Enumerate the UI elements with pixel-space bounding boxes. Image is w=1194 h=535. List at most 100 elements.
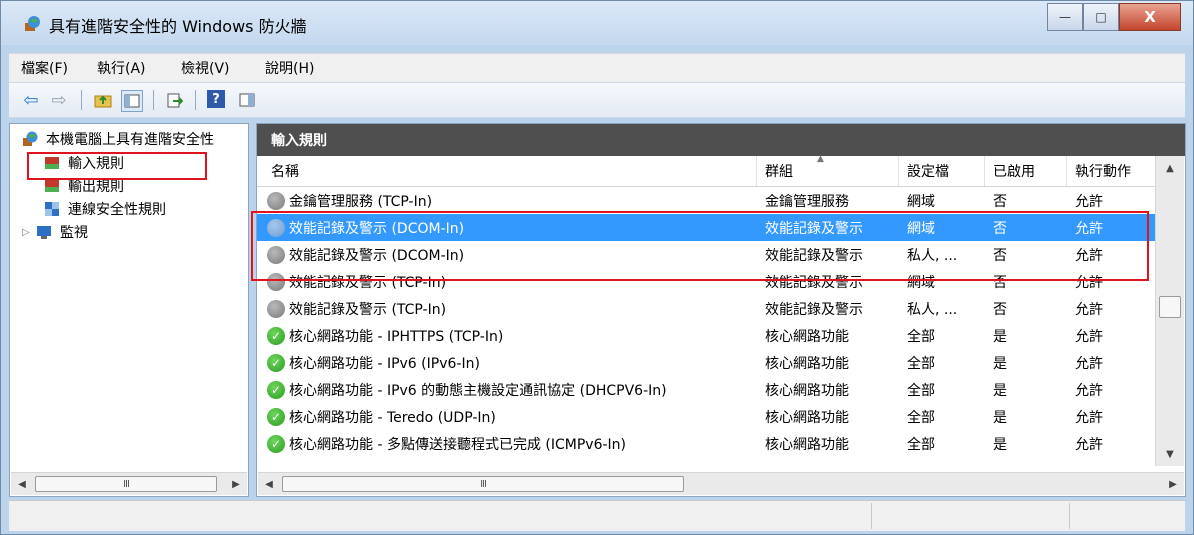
show-hide-console-tree-icon[interactable] (121, 90, 143, 112)
tree-horizontal-scrollbar[interactable]: ◀ III ▶ (11, 472, 247, 495)
cell-enabled-text: 是 (993, 436, 1007, 453)
cell-group-text: 核心網路功能 (765, 355, 849, 372)
forward-arrow-icon[interactable]: ⇨ (49, 90, 69, 111)
cell-profile-text: 全部 (907, 328, 935, 345)
cell-profile: 私人, ... (907, 295, 985, 322)
toolbar-separator (195, 90, 196, 110)
rule-enabled-check-icon: ✓ (267, 434, 285, 453)
firewall-globe-icon (23, 131, 38, 146)
cell-enabled: 否 (993, 295, 1067, 322)
help-icon[interactable]: ? (207, 90, 225, 108)
tree-root[interactable]: 本機電腦上具有進階安全性 (22, 128, 214, 150)
cell-profile-text: 私人, ... (907, 301, 958, 318)
cell-profile: 全部 (907, 376, 985, 403)
action-pane-icon[interactable] (237, 90, 257, 110)
cell-enabled: 是 (993, 349, 1067, 376)
cell-enabled: 是 (993, 376, 1067, 403)
rule-disabled-icon (267, 191, 285, 210)
table-row[interactable]: ✓ 核心網路功能 - Teredo (UDP-In) 核心網路功能 全部 是 允許 (257, 403, 1155, 430)
column-header-profile[interactable]: 設定檔 (899, 156, 985, 186)
cell-enabled: 是 (993, 403, 1067, 430)
rule-disabled-icon (267, 299, 285, 318)
maximize-button[interactable]: □ (1083, 3, 1119, 31)
toolbar-separator (153, 90, 154, 110)
toolbar-separator (81, 90, 82, 110)
cell-name-text: 核心網路功能 - IPHTTPS (TCP-In) (289, 328, 504, 345)
scroll-left-icon[interactable]: ◀ (11, 473, 33, 495)
sort-ascending-icon: ▲ (817, 154, 824, 164)
cell-name-text: 核心網路功能 - IPv6 的動態主機設定通訊協定 (DHCPV6-In) (289, 382, 667, 399)
table-row[interactable]: ✓ 核心網路功能 - IPv6 (IPv6-In) 核心網路功能 全部 是 允許 (257, 349, 1155, 376)
cell-profile-text: 全部 (907, 355, 935, 372)
column-header-name[interactable]: 名稱 (257, 156, 757, 186)
cell-group-text: 效能記錄及警示 (765, 301, 863, 318)
cell-profile: 全部 (907, 322, 985, 349)
back-arrow-icon[interactable]: ⇦ (21, 90, 41, 111)
cell-group: 核心網路功能 (765, 430, 899, 457)
highlight-box-inbound-rules (27, 152, 207, 180)
title-bar[interactable]: 具有進階安全性的 Windows 防火牆 — □ X (1, 1, 1193, 45)
column-header-action[interactable]: 執行動作 (1067, 156, 1155, 186)
column-header-group[interactable]: 群組 ▲ (757, 154, 899, 186)
cell-group: 效能記錄及警示 (765, 295, 899, 322)
table-row[interactable]: 金鑰管理服務 (TCP-In) 金鑰管理服務 網域 否 允許 (257, 187, 1155, 214)
scroll-right-icon[interactable]: ▶ (225, 473, 247, 495)
cell-profile-text: 全部 (907, 382, 935, 399)
highlight-box-dcom-rules (251, 211, 1149, 281)
scrollbar-thumb[interactable]: III (35, 476, 217, 492)
cell-group: 核心網路功能 (765, 349, 899, 376)
pane-title: 輸入規則 (257, 124, 1185, 156)
menu-help[interactable]: 說明(H) (265, 58, 314, 78)
menu-action[interactable]: 執行(A) (97, 58, 146, 78)
cell-group: 核心網路功能 (765, 376, 899, 403)
cell-enabled-text: 是 (993, 355, 1007, 372)
scroll-left-icon[interactable]: ◀ (258, 473, 280, 495)
export-list-icon[interactable] (165, 90, 185, 110)
cell-name: ✓ 核心網路功能 - 多點傳送接聽程式已完成 (ICMPv6-In) (267, 430, 755, 457)
cell-enabled-text: 是 (993, 409, 1007, 426)
table-row[interactable]: ✓ 核心網路功能 - 多點傳送接聽程式已完成 (ICMPv6-In) 核心網路功能 全… (257, 430, 1155, 457)
cell-action: 允許 (1075, 403, 1155, 430)
tree-item-monitoring[interactable]: ▷ 監視 (22, 221, 88, 243)
table-row[interactable]: ✓ 核心網路功能 - IPv6 的動態主機設定通訊協定 (DHCPV6-In) 核心… (257, 376, 1155, 403)
scroll-right-icon[interactable]: ▶ (1162, 473, 1184, 495)
cell-name-text: 核心網路功能 - Teredo (UDP-In) (289, 409, 496, 426)
vertical-scrollbar[interactable]: ▲ ▼ (1155, 156, 1184, 466)
cell-group-text: 核心網路功能 (765, 409, 849, 426)
cell-group: 核心網路功能 (765, 403, 899, 430)
expand-arrow-icon[interactable]: ▷ (22, 227, 36, 238)
rule-enabled-check-icon: ✓ (267, 353, 285, 372)
tree-item-label: 監視 (60, 225, 88, 241)
tree-root-label: 本機電腦上具有進階安全性 (46, 132, 214, 148)
tree-item-connection-security-rules[interactable]: 連線安全性規則 (44, 198, 166, 220)
column-header-row: 名稱 群組 ▲ 設定檔 已啟用 執行動作 (257, 154, 1155, 187)
up-folder-icon[interactable] (93, 90, 113, 110)
cell-name-text: 核心網路功能 - 多點傳送接聽程式已完成 (ICMPv6-In) (289, 436, 626, 453)
cell-profile: 全部 (907, 403, 985, 430)
cell-action-text: 允許 (1075, 409, 1103, 426)
cell-enabled: 否 (993, 187, 1067, 214)
tree-item-label: 連線安全性規則 (68, 202, 166, 218)
scrollbar-thumb[interactable]: III (282, 476, 684, 492)
scroll-down-icon[interactable]: ▼ (1156, 444, 1184, 464)
cell-action: 允許 (1075, 187, 1155, 214)
minimize-button[interactable]: — (1047, 3, 1083, 31)
table-row[interactable]: ✓ 核心網路功能 - IPHTTPS (TCP-In) 核心網路功能 全部 是 允許 (257, 322, 1155, 349)
cell-enabled: 是 (993, 322, 1067, 349)
window-title: 具有進階安全性的 Windows 防火牆 (49, 17, 307, 36)
table-row[interactable]: 效能記錄及警示 (TCP-In) 效能記錄及警示 私人, ... 否 允許 (257, 295, 1155, 322)
cell-group-text: 核心網路功能 (765, 436, 849, 453)
column-header-enabled[interactable]: 已啟用 (985, 156, 1067, 186)
cell-name: 效能記錄及警示 (TCP-In) (267, 295, 755, 322)
scroll-up-icon[interactable]: ▲ (1156, 158, 1184, 178)
scrollbar-thumb[interactable] (1159, 296, 1181, 318)
menu-view[interactable]: 檢視(V) (181, 58, 230, 78)
status-bar (9, 500, 1185, 531)
cell-action-text: 允許 (1075, 328, 1103, 345)
cell-name: ✓ 核心網路功能 - IPv6 的動態主機設定通訊協定 (DHCPV6-In) (267, 376, 755, 403)
cell-group-text: 核心網路功能 (765, 328, 849, 345)
app-window: 具有進階安全性的 Windows 防火牆 — □ X 檔案(F) 執行(A) 檢… (0, 0, 1194, 535)
menu-file[interactable]: 檔案(F) (21, 58, 68, 78)
close-button[interactable]: X (1119, 3, 1181, 31)
list-horizontal-scrollbar[interactable]: ◀ III ▶ (258, 472, 1184, 495)
